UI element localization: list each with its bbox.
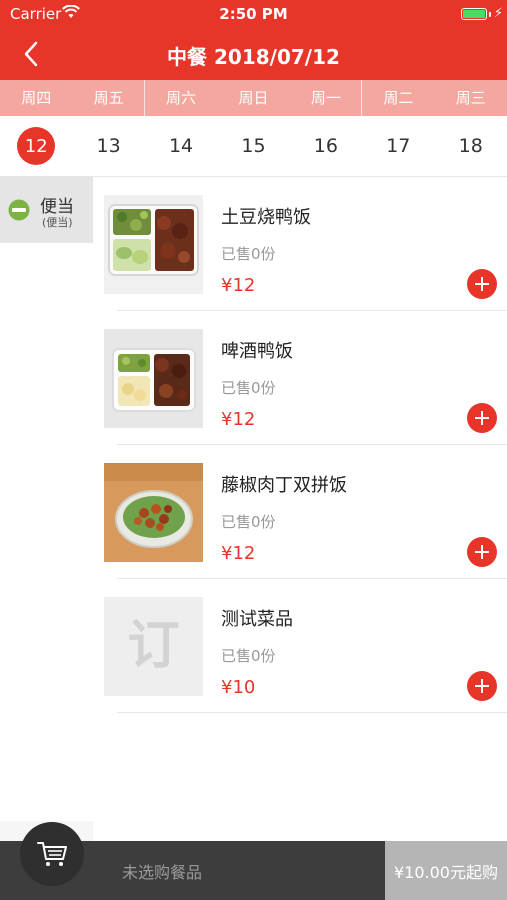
cart-status: 未选购餐品 xyxy=(122,863,203,882)
date-cell[interactable]: 15 xyxy=(217,116,289,176)
dish-name: 藤椒肉丁双拼饭 xyxy=(221,475,347,496)
weekday-label: 周五 xyxy=(72,80,146,116)
dish-placeholder-image: 订 xyxy=(104,597,203,696)
date-cell[interactable]: 16 xyxy=(290,116,362,176)
add-to-cart-button[interactable] xyxy=(467,269,497,299)
weekday-label: 周六 xyxy=(166,89,197,107)
add-to-cart-button[interactable] xyxy=(467,671,497,701)
category-sublabel: (便当) xyxy=(42,216,73,229)
dish-photo xyxy=(104,195,203,294)
category-item-bento[interactable]: 便当 (便当) xyxy=(0,177,93,243)
dish-sold-count: 已售0份 xyxy=(221,245,276,263)
add-to-cart-button[interactable] xyxy=(467,537,497,567)
dish-price: ¥10 xyxy=(221,677,256,698)
add-to-cart-button[interactable] xyxy=(467,403,497,433)
dish-photo xyxy=(104,329,203,428)
weekday-label: 周日 xyxy=(238,89,269,107)
dish-sold-count: 已售0份 xyxy=(221,513,276,531)
date-cell[interactable]: 14 xyxy=(145,116,217,176)
dish-sold-count: 已售0份 xyxy=(221,379,276,397)
date-selector: 12 13 14 15 16 17 18 xyxy=(0,116,507,177)
date-number: 16 xyxy=(313,135,338,157)
dish-photo xyxy=(104,463,203,562)
nav-bar: 中餐 2018/07/12 xyxy=(0,28,507,80)
weekday-label: 周一 xyxy=(290,80,363,116)
shopping-cart-icon xyxy=(37,842,67,866)
dish-item[interactable]: 啤酒鸭饭 已售0份 ¥12 xyxy=(93,311,507,445)
status-bar: Carrier 2:50 PM ⚡ xyxy=(0,0,507,28)
dish-sold-count: 已售0份 xyxy=(221,647,276,665)
weekday-label: 周二 xyxy=(383,89,414,107)
clock: 2:50 PM xyxy=(219,5,288,23)
category-sidebar: 便当 (便当) xyxy=(0,177,93,841)
date-number: 18 xyxy=(458,135,483,157)
date-number: 15 xyxy=(241,135,266,157)
weekday-header: 周四 周五 周六 周日 周一 周二 周三 xyxy=(0,80,507,116)
date-number: 17 xyxy=(386,135,411,157)
battery-icon xyxy=(461,8,487,20)
dish-price: ¥12 xyxy=(221,409,256,430)
date-cell[interactable]: 18 xyxy=(435,116,507,176)
date-cell[interactable]: 13 xyxy=(72,116,144,176)
dish-price: ¥12 xyxy=(221,543,256,564)
dish-item[interactable]: 土豆烧鸭饭 已售0份 ¥12 xyxy=(93,177,507,311)
dish-item[interactable]: 藤椒肉丁双拼饭 已售0份 ¥12 xyxy=(93,445,507,579)
date-cell[interactable]: 12 xyxy=(0,116,72,176)
weekday-label: 周三 xyxy=(455,89,486,107)
battery-tip xyxy=(489,12,491,17)
checkout-button[interactable]: ¥10.00元起购 xyxy=(385,841,507,900)
date-number: 13 xyxy=(96,135,121,157)
dish-name: 土豆烧鸭饭 xyxy=(221,207,311,228)
bento-box-icon xyxy=(8,199,30,221)
date-cell[interactable]: 17 xyxy=(362,116,434,176)
weekday-label: 周四 xyxy=(21,89,52,107)
page-title: 中餐 2018/07/12 xyxy=(167,45,340,69)
dish-item[interactable]: 订 测试菜品 已售0份 ¥10 xyxy=(93,579,507,713)
dish-name: 测试菜品 xyxy=(221,609,293,630)
row-divider xyxy=(117,712,507,713)
charging-icon: ⚡ xyxy=(493,6,503,21)
placeholder-glyph: 订 xyxy=(127,616,179,676)
dish-name: 啤酒鸭饭 xyxy=(221,341,293,362)
date-selected: 12 xyxy=(17,127,56,165)
date-number: 14 xyxy=(168,135,194,157)
dish-price: ¥12 xyxy=(221,275,256,296)
cart-button[interactable] xyxy=(20,822,84,886)
